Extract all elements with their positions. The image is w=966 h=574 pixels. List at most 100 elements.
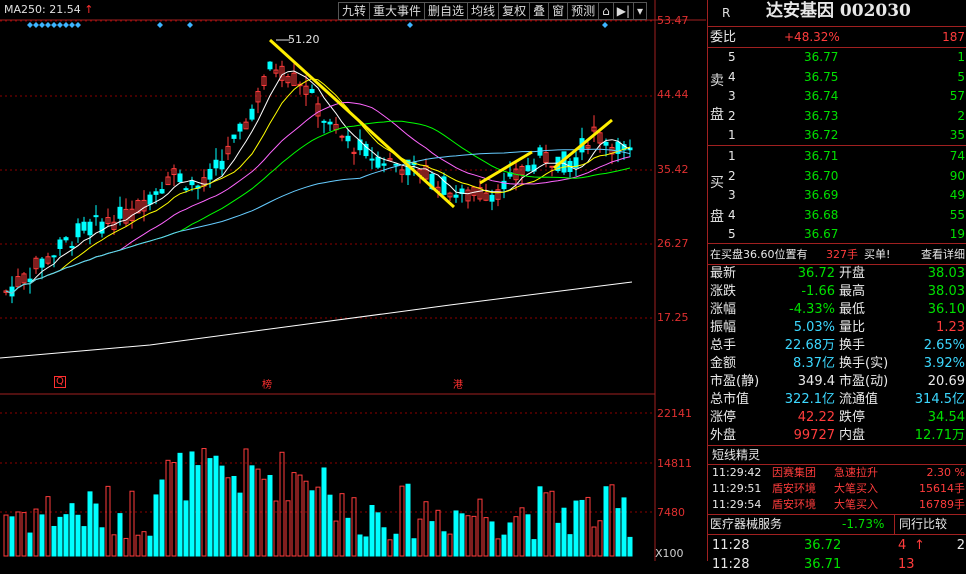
volume-bar bbox=[339, 493, 345, 557]
weibi-count: 187 bbox=[942, 30, 965, 44]
volume-bar bbox=[333, 520, 339, 557]
event-marker-bang[interactable]: 榜 bbox=[262, 376, 272, 391]
volume-bar bbox=[567, 534, 573, 557]
volume-bar bbox=[39, 514, 45, 557]
order-book-row: 2 36.73 2 bbox=[708, 107, 966, 126]
level-volume: 19 bbox=[949, 227, 965, 242]
level-volume: 57 bbox=[949, 89, 965, 104]
event-diamond-icon bbox=[157, 22, 163, 28]
toolbar-button[interactable]: 复权 bbox=[498, 2, 531, 20]
stat-value: 38.03 bbox=[927, 266, 965, 281]
level-volume: 5 bbox=[957, 69, 965, 84]
stat-row: 金额 8.37亿 换手(实) 3.92% bbox=[708, 355, 966, 373]
volume-bar bbox=[171, 462, 177, 557]
volume-bar bbox=[219, 465, 225, 557]
elves-time: 11:29:51 bbox=[712, 482, 762, 495]
toolbar-button[interactable]: 删自选 bbox=[424, 2, 469, 20]
volume-bar bbox=[201, 448, 207, 557]
candle-body bbox=[525, 165, 531, 172]
volume-bar bbox=[399, 485, 405, 557]
tick-volume: 4 bbox=[898, 538, 907, 553]
toolbar-button[interactable]: 叠 bbox=[529, 2, 550, 20]
toolbar-button[interactable]: 九转 bbox=[338, 2, 371, 20]
event-diamond-icon bbox=[69, 22, 75, 28]
order-note-action: 买单! bbox=[864, 248, 891, 261]
elves-value: 16789手 bbox=[919, 498, 965, 511]
volume-bar bbox=[327, 494, 333, 557]
event-diamond-icon bbox=[602, 22, 608, 28]
elves-stock: 盾安环境 bbox=[772, 498, 816, 511]
elves-header[interactable]: 短线精灵 bbox=[708, 446, 966, 465]
volume-bar bbox=[381, 527, 387, 557]
toolbar-button[interactable]: 重大事件 bbox=[369, 2, 426, 20]
volume-bar bbox=[243, 448, 249, 557]
volume-bar bbox=[297, 474, 303, 557]
toolbar-button[interactable]: 窗 bbox=[548, 2, 569, 20]
quote-panel: R 达安基因 002030 委比 +48.32% 187 5 36.77 1 4 36.… bbox=[707, 0, 966, 572]
price-tick: 35.42 bbox=[657, 163, 689, 176]
buy-side-label-2: 盘 bbox=[710, 209, 724, 225]
volume-bar bbox=[303, 480, 309, 557]
volume-bar bbox=[249, 465, 255, 557]
sell-side-label-1: 卖 bbox=[710, 73, 724, 89]
level-price: 36.68 bbox=[804, 207, 839, 222]
candle-body bbox=[207, 168, 213, 180]
buy-side-label-1: 买 bbox=[710, 175, 724, 191]
stat-value: 349.4 bbox=[797, 374, 835, 389]
volume-bar bbox=[177, 452, 183, 557]
weibi-label: 委比 bbox=[710, 30, 737, 45]
view-detail-link[interactable]: 查看详细 bbox=[921, 245, 965, 264]
candle-body bbox=[177, 173, 183, 183]
toolbar-button[interactable]: ▾ bbox=[633, 2, 648, 20]
event-marker-gang[interactable]: 港 bbox=[453, 376, 463, 391]
volume-bar bbox=[141, 531, 147, 557]
chart-canvas[interactable] bbox=[0, 0, 706, 561]
sector-name[interactable]: 医疗器械服务 bbox=[710, 515, 782, 534]
elves-time: 11:29:42 bbox=[712, 466, 762, 479]
elves-row[interactable]: 11:29:51 盾安环境 大笔买入 15614手 bbox=[708, 481, 966, 497]
kline-chart[interactable]: MA250: 21.54 ↑ 九转 重大事件 删自选 均线 复权叠窗预测 ⌂ ▶| ▾ 53.… bbox=[0, 0, 706, 561]
volume-bar bbox=[255, 468, 261, 557]
volume-bar bbox=[525, 514, 531, 557]
volume-bar bbox=[603, 486, 609, 557]
volume-bar bbox=[309, 490, 315, 557]
candle-body bbox=[309, 89, 315, 93]
toolbar-button[interactable]: ▶| bbox=[612, 2, 635, 20]
volume-bar bbox=[531, 539, 537, 557]
candle-body bbox=[381, 163, 387, 166]
elves-stock: 盾安环境 bbox=[772, 482, 816, 495]
volume-bar bbox=[489, 521, 495, 557]
ma250-text: MA250: 21.54 bbox=[4, 3, 81, 16]
stat-label: 开盘 bbox=[839, 266, 866, 281]
volume-bar bbox=[393, 533, 399, 557]
volume-bar bbox=[123, 537, 129, 557]
candle-body bbox=[453, 194, 459, 198]
elves-row[interactable]: 11:29:42 因赛集团 急速拉升 2.30 % bbox=[708, 465, 966, 481]
candle-body bbox=[237, 123, 243, 132]
toolbar-button[interactable]: 均线 bbox=[467, 2, 500, 20]
order-book-row: 4 36.68 55 bbox=[708, 206, 966, 225]
event-diamond-icon bbox=[45, 22, 51, 28]
toolbar-button[interactable]: 预测 bbox=[567, 2, 600, 20]
volume-bar bbox=[429, 521, 435, 557]
level-price: 36.69 bbox=[804, 188, 839, 203]
event-marker-q[interactable]: Q bbox=[54, 376, 66, 388]
divider bbox=[708, 145, 966, 146]
order-book-row: 4 36.75 5 bbox=[708, 68, 966, 87]
price-tick: 44.44 bbox=[657, 88, 689, 101]
volume-bar bbox=[465, 515, 471, 557]
stat-value: 3.92% bbox=[923, 356, 965, 371]
order-book-row: 5 36.77 1 bbox=[708, 48, 966, 67]
stat-value: -1.66 bbox=[801, 284, 835, 299]
stat-value: 1.23 bbox=[936, 320, 965, 335]
candle-body bbox=[159, 189, 165, 194]
stat-value: 314.5亿 bbox=[914, 392, 965, 407]
candle-body bbox=[117, 206, 123, 219]
stat-row: 涨停 42.22 跌停 34.54 bbox=[708, 409, 966, 427]
candle-body bbox=[219, 160, 225, 170]
compare-button[interactable]: 同行比较 bbox=[894, 515, 947, 534]
level-number: 4 bbox=[728, 69, 736, 84]
stat-value: 34.54 bbox=[927, 410, 965, 425]
toolbar-button[interactable]: ⌂ bbox=[598, 2, 614, 20]
elves-row[interactable]: 11:29:54 盾安环境 大笔买入 16789手 bbox=[708, 497, 966, 513]
